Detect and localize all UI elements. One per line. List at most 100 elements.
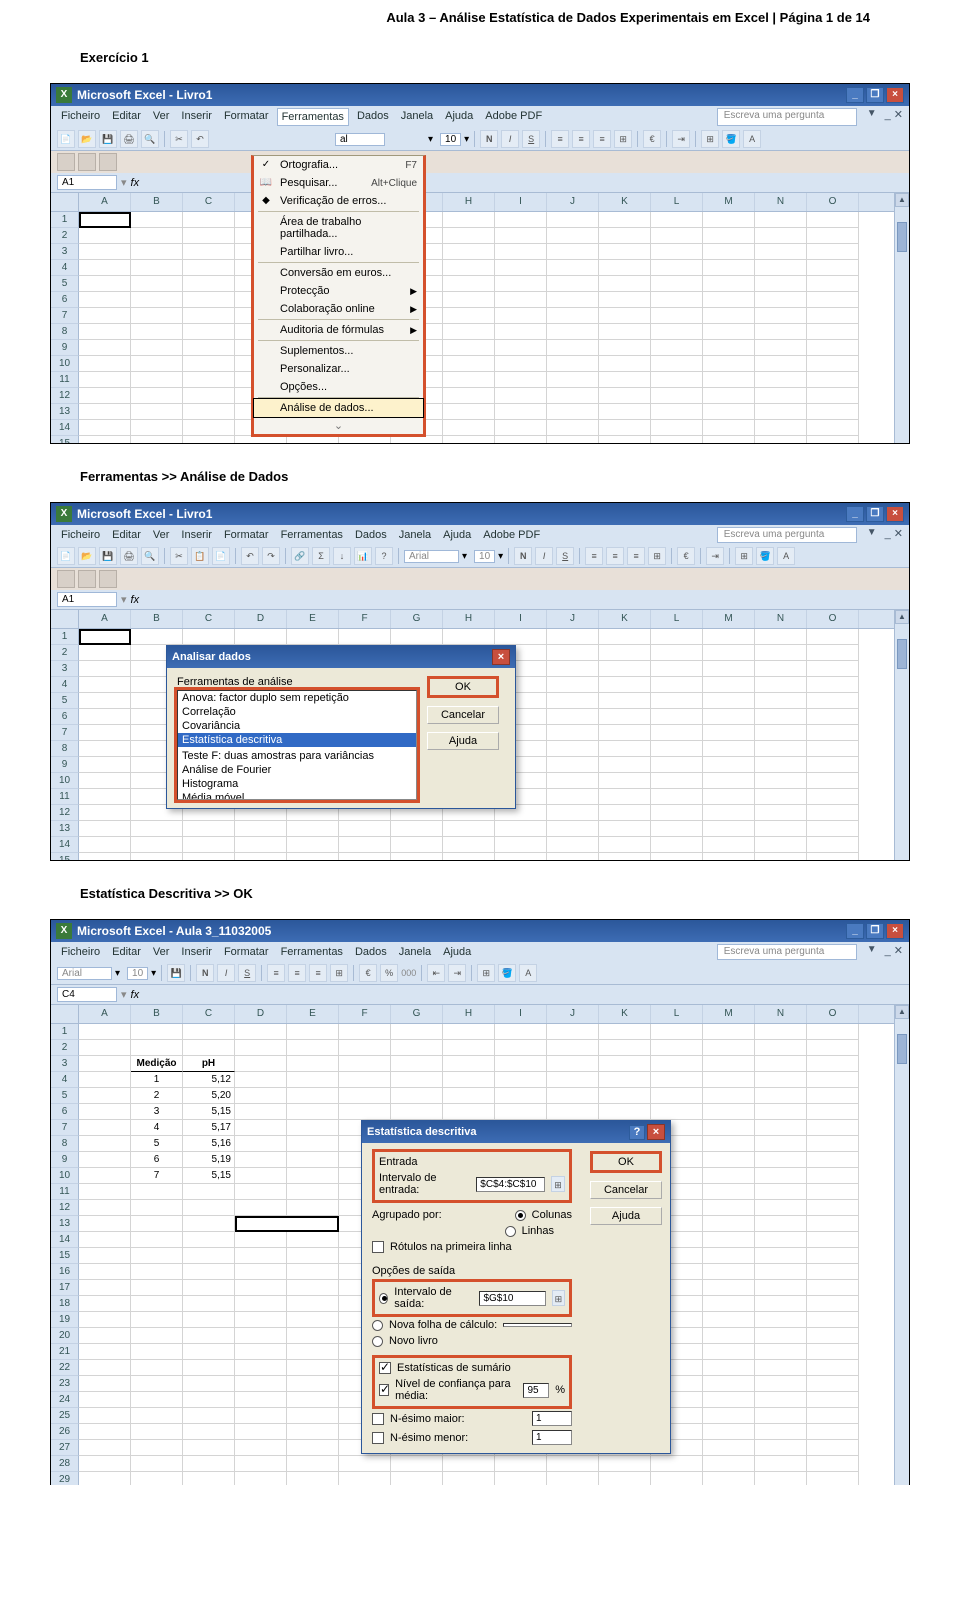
- underline-icon[interactable]: S: [238, 964, 256, 982]
- col-header[interactable]: O: [807, 610, 859, 628]
- cell[interactable]: [79, 853, 131, 861]
- cell[interactable]: [79, 837, 131, 853]
- cell[interactable]: [443, 260, 495, 276]
- pdf-icon[interactable]: [57, 153, 75, 171]
- cell[interactable]: [287, 1040, 339, 1056]
- menu-item[interactable]: Inserir: [177, 527, 216, 543]
- cell[interactable]: [495, 1104, 547, 1120]
- cell[interactable]: [131, 1184, 183, 1200]
- cell[interactable]: [495, 1072, 547, 1088]
- col-header[interactable]: K: [599, 1005, 651, 1023]
- cell[interactable]: [183, 1184, 235, 1200]
- vertical-scrollbar[interactable]: ▲: [894, 1005, 909, 1485]
- link-icon[interactable]: 🔗: [291, 547, 309, 565]
- menu-item[interactable]: Ferramentas: [277, 527, 347, 543]
- row-header[interactable]: 13: [51, 821, 79, 837]
- cell[interactable]: [79, 1120, 131, 1136]
- cell[interactable]: [651, 629, 703, 645]
- cell[interactable]: [79, 805, 131, 821]
- cell[interactable]: [235, 1088, 287, 1104]
- col-header[interactable]: B: [131, 1005, 183, 1023]
- range-picker-icon[interactable]: ⊞: [551, 1176, 565, 1192]
- cell[interactable]: [79, 420, 131, 436]
- cell[interactable]: [131, 1392, 183, 1408]
- cell[interactable]: [131, 1232, 183, 1248]
- cell[interactable]: [807, 789, 859, 805]
- cell[interactable]: [495, 388, 547, 404]
- row-header[interactable]: 7: [51, 725, 79, 741]
- cell[interactable]: [235, 1344, 287, 1360]
- align-center-icon[interactable]: ≡: [606, 547, 624, 565]
- cell[interactable]: [807, 1424, 859, 1440]
- cell[interactable]: [183, 244, 235, 260]
- save-icon[interactable]: 💾: [167, 964, 185, 982]
- cell[interactable]: [651, 324, 703, 340]
- cell[interactable]: [703, 1280, 755, 1296]
- cell[interactable]: [339, 1040, 391, 1056]
- cell[interactable]: [235, 1056, 287, 1072]
- cell[interactable]: [755, 1280, 807, 1296]
- cell[interactable]: 3: [131, 1104, 183, 1120]
- cell[interactable]: [235, 1040, 287, 1056]
- row-header[interactable]: 8: [51, 1136, 79, 1152]
- bold-icon[interactable]: N: [196, 964, 214, 982]
- cell[interactable]: [547, 292, 599, 308]
- cell[interactable]: [807, 1056, 859, 1072]
- cell[interactable]: [703, 1408, 755, 1424]
- cell[interactable]: [703, 1056, 755, 1072]
- cell[interactable]: [287, 1392, 339, 1408]
- align-left-icon[interactable]: ≡: [551, 130, 569, 148]
- copy-icon[interactable]: 📋: [191, 547, 209, 565]
- cell[interactable]: [547, 773, 599, 789]
- align-center-icon[interactable]: ≡: [288, 964, 306, 982]
- cell[interactable]: [183, 837, 235, 853]
- cell[interactable]: [755, 1248, 807, 1264]
- maximize-button[interactable]: ❐: [866, 506, 884, 522]
- cell[interactable]: [599, 645, 651, 661]
- cell[interactable]: [287, 1152, 339, 1168]
- cell[interactable]: [79, 404, 131, 420]
- cell[interactable]: [79, 1104, 131, 1120]
- cell[interactable]: [807, 1104, 859, 1120]
- italic-icon[interactable]: I: [501, 130, 519, 148]
- ok-button[interactable]: OK: [590, 1151, 662, 1173]
- cell[interactable]: [651, 292, 703, 308]
- cell[interactable]: [183, 308, 235, 324]
- cell[interactable]: [339, 1088, 391, 1104]
- cell[interactable]: [807, 1088, 859, 1104]
- cell[interactable]: [703, 244, 755, 260]
- scroll-up-icon[interactable]: ▲: [895, 1005, 909, 1019]
- vertical-scrollbar[interactable]: ▲: [894, 610, 909, 860]
- cell[interactable]: [547, 244, 599, 260]
- cell[interactable]: [807, 260, 859, 276]
- row-header[interactable]: 9: [51, 757, 79, 773]
- cell[interactable]: [703, 1104, 755, 1120]
- cell[interactable]: [703, 1120, 755, 1136]
- cell[interactable]: [807, 677, 859, 693]
- cell[interactable]: [599, 805, 651, 821]
- col-header[interactable]: D: [235, 610, 287, 628]
- cell[interactable]: [287, 1360, 339, 1376]
- cell[interactable]: [235, 1104, 287, 1120]
- cell[interactable]: [755, 853, 807, 861]
- cell[interactable]: [183, 821, 235, 837]
- cell[interactable]: [391, 1088, 443, 1104]
- cell[interactable]: [703, 308, 755, 324]
- cell[interactable]: [599, 404, 651, 420]
- cell[interactable]: [495, 1456, 547, 1472]
- col-header[interactable]: M: [703, 193, 755, 211]
- fx-icon[interactable]: fx: [131, 177, 140, 189]
- cell[interactable]: [807, 1376, 859, 1392]
- cell[interactable]: [131, 356, 183, 372]
- cell[interactable]: [79, 340, 131, 356]
- minimize-button[interactable]: _: [846, 923, 864, 939]
- cols-option[interactable]: Colunas: [532, 1209, 572, 1221]
- cell[interactable]: [79, 1472, 131, 1485]
- dropdown-item[interactable]: Auditoria de fórmulas▶: [254, 321, 423, 339]
- help-input[interactable]: Escreva uma pergunta: [717, 944, 857, 960]
- cell[interactable]: [547, 420, 599, 436]
- cell[interactable]: [443, 212, 495, 228]
- cell[interactable]: [79, 1040, 131, 1056]
- cell[interactable]: [235, 1120, 287, 1136]
- cell[interactable]: [183, 1248, 235, 1264]
